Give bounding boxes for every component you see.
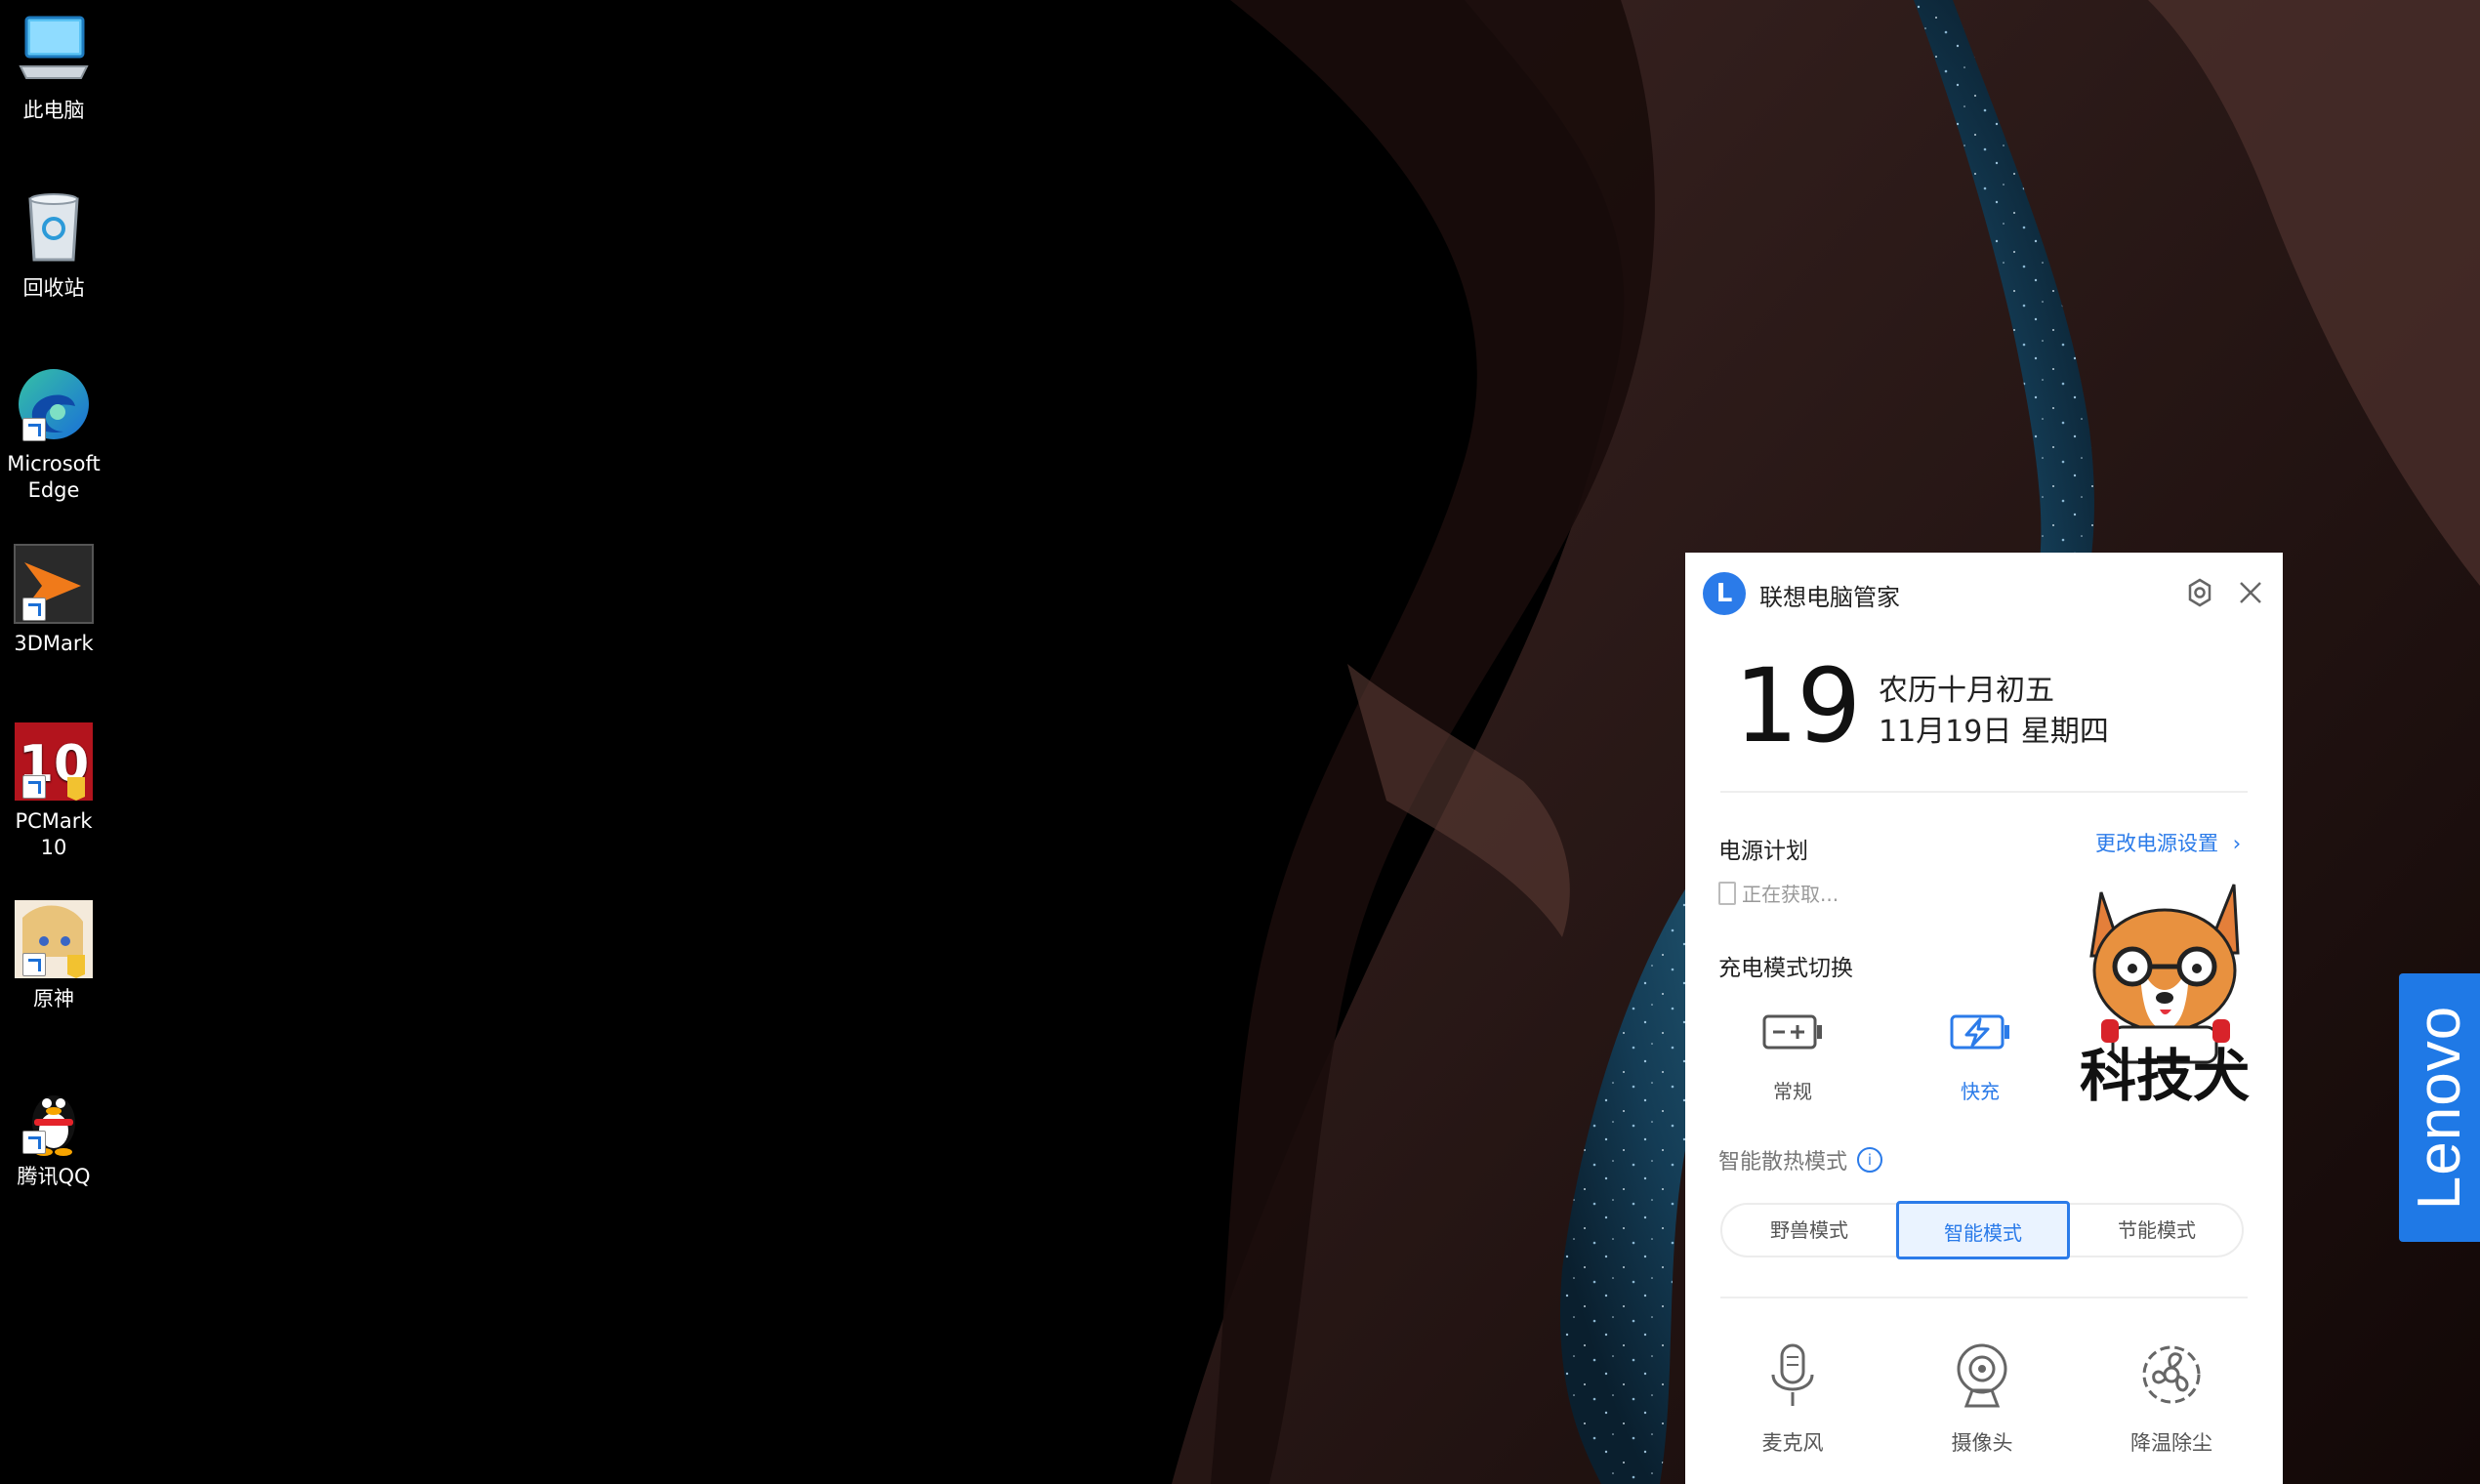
charge-mode-label: 充电模式切换	[1718, 956, 1853, 981]
shortcut-arrow-icon	[22, 1131, 46, 1154]
charge-mode-normal-label: 常规	[1773, 1080, 1812, 1103]
cooling-mode-switch: 野兽模式 智能模式 节能模式	[1720, 1201, 2244, 1259]
settings-button[interactable]	[2183, 576, 2216, 609]
lenovo-brand-text: Lenovo	[2406, 1005, 2474, 1211]
beast-mode-label: 野兽模式	[1770, 1218, 1848, 1242]
eco-mode-label: 节能模式	[2118, 1218, 2196, 1242]
lenovo-manager-panel: L 联想电脑管家 19 农历十月初五 11月19日 星期四 电源计划 更改电源设…	[1685, 553, 2283, 1484]
corgi-sticker: 科技犬	[2062, 863, 2267, 1109]
genshin-icon	[13, 898, 95, 980]
battery-fast-charge-icon	[1950, 1014, 2009, 1050]
divider	[1720, 791, 2248, 793]
desktop-icon-label: Microsoft Edge	[7, 452, 101, 502]
info-icon[interactable]: i	[1857, 1147, 1883, 1173]
battery-icon	[1718, 881, 1736, 905]
charge-mode-fast-label: 快充	[1961, 1080, 2000, 1103]
3dmark-icon	[13, 543, 95, 625]
chevron-right-icon: ›	[2232, 832, 2242, 855]
shortcut-arrow-icon	[22, 775, 46, 799]
desktop-icon-label: 腾讯QQ	[17, 1165, 91, 1188]
desktop-icon-label: 3DMark	[14, 632, 94, 655]
sticker-text: 科技犬	[2080, 1043, 2250, 1107]
microphone-icon	[1771, 1343, 1814, 1406]
pcmark-icon: 10	[13, 721, 95, 803]
shortcut-arrow-icon	[22, 418, 46, 441]
microphone-label: 麦克风	[1761, 1431, 1824, 1455]
desktop-icon-label: PCMark 10	[15, 809, 93, 859]
desktop-icon-recycle-bin[interactable]: 回收站	[0, 187, 107, 302]
lenovo-side-tab[interactable]: Lenovo	[2399, 973, 2480, 1242]
power-link-label: 更改电源设置	[2095, 832, 2218, 855]
day-number: 19	[1734, 646, 1861, 765]
smart-mode-label: 智能模式	[1944, 1221, 2022, 1245]
battery-normal-icon	[1762, 1014, 1822, 1050]
desktop-icon-genshin[interactable]: 原神	[0, 898, 107, 1012]
cooling-dust-removal-button[interactable]: 降温除尘	[2103, 1341, 2240, 1457]
camera-label: 摄像头	[1951, 1431, 2013, 1455]
desktop-icon-3dmark[interactable]: 3DMark	[0, 543, 107, 657]
camera-icon	[1957, 1343, 2007, 1408]
desktop-icon-pcmark[interactable]: 10 PCMark 10	[0, 721, 107, 861]
desktop-icon-label: 回收站	[22, 276, 85, 300]
smart-mode-button[interactable]: 智能模式	[1896, 1201, 2070, 1259]
power-plan-label: 电源计划	[1718, 839, 1808, 864]
settings-gear-icon	[2188, 578, 2211, 607]
power-plan-status: 正在获取...	[1718, 879, 1839, 907]
divider	[1720, 1297, 2248, 1298]
shortcut-arrow-icon	[22, 598, 46, 621]
edge-browser-icon	[13, 363, 95, 445]
desktop-icon-label: 原神	[33, 987, 74, 1010]
microphone-button[interactable]: 麦克风	[1724, 1341, 1861, 1457]
fan-icon	[2142, 1345, 2201, 1404]
title-bar: L 联想电脑管家	[1685, 553, 2283, 633]
solar-date: 11月19日 星期四	[1879, 715, 2109, 749]
computer-icon	[13, 10, 95, 92]
qq-penguin-icon	[13, 1076, 95, 1158]
power-status-text: 正在获取...	[1742, 883, 1839, 906]
camera-button[interactable]: 摄像头	[1914, 1341, 2050, 1457]
beast-mode-button[interactable]: 野兽模式	[1722, 1201, 1896, 1259]
lunar-date: 农历十月初五	[1879, 674, 2054, 708]
eco-mode-button[interactable]: 节能模式	[2070, 1201, 2244, 1259]
corgi-glasses-icon: 科技犬	[2080, 884, 2250, 1109]
close-button[interactable]	[2234, 576, 2267, 609]
charge-mode-normal-button[interactable]: 常规	[1734, 1010, 1851, 1104]
cooling-mode-label: 智能散热模式 i	[1718, 1144, 1883, 1175]
desktop-icon-label: 此电脑	[22, 99, 85, 122]
charge-mode-fast-button[interactable]: 快充	[1922, 1010, 2039, 1104]
shortcut-arrow-icon	[22, 953, 46, 976]
desktop-icon-qq[interactable]: 腾讯QQ	[0, 1076, 107, 1190]
change-power-settings-link[interactable]: 更改电源设置 ›	[2095, 828, 2241, 857]
desktop-icon-this-pc[interactable]: 此电脑	[0, 10, 107, 124]
cooling-mode-label-text: 智能散热模式	[1718, 1150, 1848, 1175]
close-icon	[2240, 582, 2261, 603]
cooling-dust-removal-label: 降温除尘	[2130, 1431, 2212, 1455]
app-title: 联想电脑管家	[1759, 584, 1900, 611]
recycle-bin-icon	[13, 187, 95, 269]
app-logo-icon: L	[1703, 572, 1746, 615]
desktop-icon-edge[interactable]: Microsoft Edge	[0, 363, 107, 504]
